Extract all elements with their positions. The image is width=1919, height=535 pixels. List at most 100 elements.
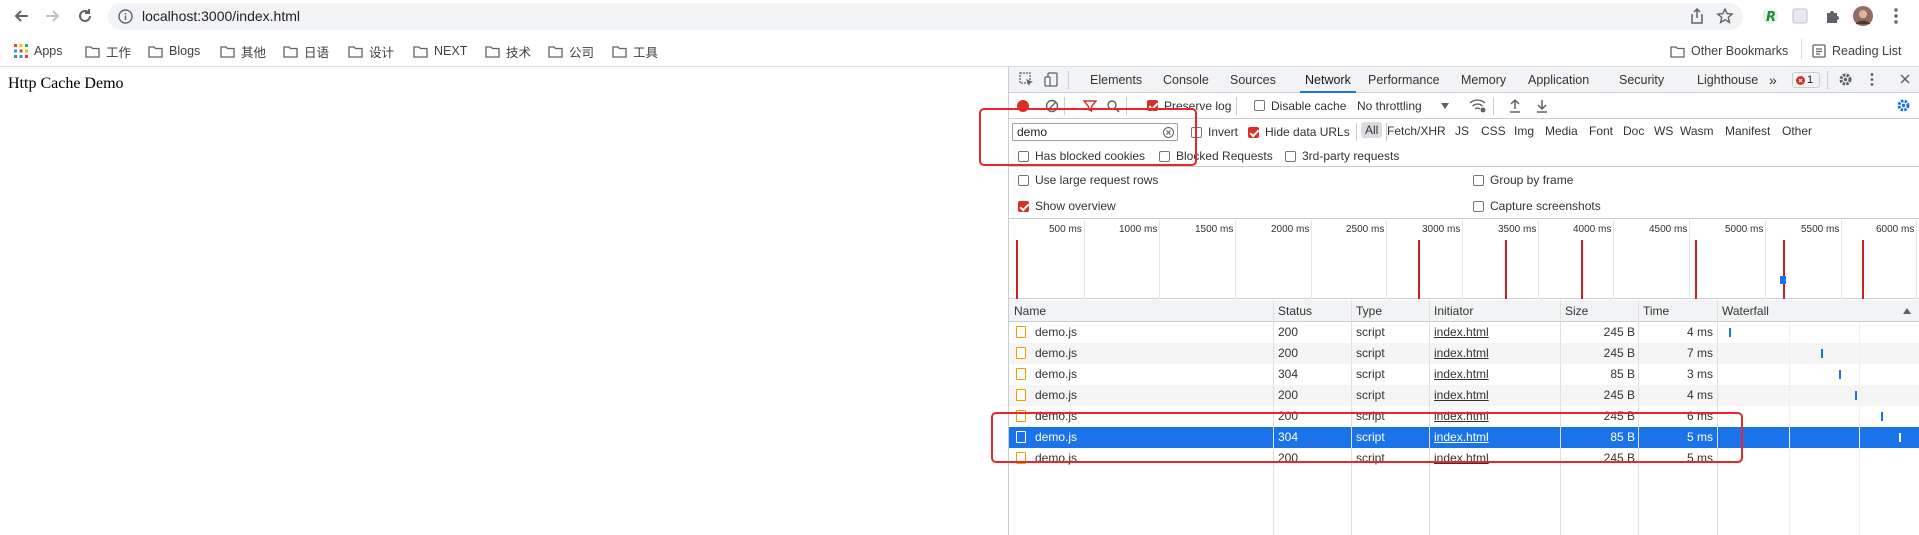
bookmark-folder[interactable]: 日语	[283, 41, 329, 61]
table-row[interactable]: demo.js 304 script index.html 85 B 3 ms	[1009, 364, 1919, 385]
filter-type-js[interactable]: JS	[1455, 124, 1469, 138]
throttling-select[interactable]: No throttling	[1357, 99, 1422, 113]
reading-list[interactable]: Reading List	[1812, 41, 1902, 61]
column-initiator[interactable]: Initiator	[1434, 304, 1473, 318]
has-blocked-cookies-checkbox[interactable]	[1018, 151, 1029, 162]
column-type[interactable]: Type	[1356, 304, 1382, 318]
more-tabs-icon[interactable]: »	[1769, 67, 1777, 93]
tab-network[interactable]: Network	[1300, 67, 1356, 93]
row-initiator[interactable]: index.html	[1434, 367, 1489, 381]
error-counter[interactable]: 1	[1792, 72, 1820, 88]
column-status[interactable]: Status	[1278, 304, 1312, 318]
blocked-requests-checkbox[interactable]	[1159, 151, 1170, 162]
bookmark-label: 技术	[506, 45, 532, 60]
filter-type-img[interactable]: Img	[1514, 124, 1534, 138]
hide-data-urls-checkbox[interactable]	[1248, 127, 1259, 138]
filter-type-other[interactable]: Other	[1782, 124, 1812, 138]
invert-checkbox[interactable]	[1191, 127, 1202, 138]
large-rows-checkbox[interactable]	[1018, 175, 1029, 186]
network-conditions-icon[interactable]	[1469, 98, 1486, 113]
filter-type-wasm[interactable]: Wasm	[1680, 124, 1714, 138]
settings-gear-icon[interactable]	[1838, 72, 1853, 87]
record-icon[interactable]	[1017, 100, 1029, 112]
table-row[interactable]: demo.js 200 script index.html 245 B 5 ms	[1009, 448, 1919, 469]
row-initiator[interactable]: index.html	[1434, 346, 1489, 360]
bookmark-folder[interactable]: 工具	[612, 41, 658, 61]
clear-icon[interactable]	[1045, 99, 1059, 113]
info-icon[interactable]	[118, 9, 133, 24]
forward-icon[interactable]	[41, 4, 65, 28]
star-icon[interactable]	[1716, 7, 1734, 25]
row-initiator[interactable]: index.html	[1434, 430, 1489, 444]
bookmark-folder[interactable]: 公司	[548, 41, 594, 61]
inspect-element-icon[interactable]	[1019, 72, 1034, 87]
search-icon[interactable]	[1106, 99, 1120, 113]
bookmark-folder[interactable]: Blogs	[148, 41, 200, 61]
bookmark-folder[interactable]: 其他	[220, 41, 266, 61]
tab-application[interactable]: Application	[1528, 67, 1589, 93]
clear-filter-icon[interactable]	[1163, 127, 1174, 138]
row-initiator[interactable]: index.html	[1434, 325, 1489, 339]
row-initiator[interactable]: index.html	[1434, 388, 1489, 402]
filter-type-ws[interactable]: WS	[1654, 124, 1673, 138]
column-name[interactable]: Name	[1014, 304, 1046, 318]
tab-performance[interactable]: Performance	[1368, 67, 1440, 93]
column-waterfall[interactable]: Waterfall	[1722, 304, 1769, 318]
disable-cache-checkbox[interactable]	[1254, 100, 1265, 111]
table-row[interactable]: demo.js 200 script index.html 245 B 4 ms	[1009, 322, 1919, 343]
reload-icon[interactable]	[73, 4, 97, 28]
filter-input[interactable]	[1012, 123, 1178, 141]
tab-lighthouse[interactable]: Lighthouse	[1697, 67, 1758, 93]
table-row[interactable]: demo.js 200 script index.html 245 B 4 ms	[1009, 385, 1919, 406]
device-toolbar-icon[interactable]	[1044, 72, 1058, 87]
table-row[interactable]: demo.js 200 script index.html 245 B 6 ms	[1009, 406, 1919, 427]
group-by-frame-checkbox[interactable]	[1473, 175, 1484, 186]
sort-ascending-icon[interactable]	[1903, 308, 1911, 314]
column-size[interactable]: Size	[1565, 304, 1588, 318]
devtools-menu-icon[interactable]	[1870, 72, 1874, 87]
extension-gray-icon[interactable]	[1790, 6, 1810, 26]
extensions-puzzle-icon[interactable]	[1823, 6, 1843, 26]
network-settings-gear-icon[interactable]	[1896, 98, 1911, 113]
bookmark-folder[interactable]: 设计	[348, 41, 394, 61]
table-row-selected[interactable]: demo.js 304 script index.html 85 B 5 ms	[1009, 427, 1919, 448]
other-bookmarks[interactable]: Other Bookmarks	[1670, 41, 1788, 61]
capture-screenshots-checkbox[interactable]	[1473, 201, 1484, 212]
bookmark-folder[interactable]: 工作	[85, 41, 131, 61]
preserve-log-checkbox[interactable]	[1147, 100, 1158, 111]
extension-r-icon[interactable]: R	[1760, 6, 1780, 26]
row-initiator[interactable]: index.html	[1434, 451, 1489, 465]
close-devtools-icon[interactable]	[1899, 73, 1911, 85]
network-overview[interactable]: 500 ms 1000 ms 1500 ms 2000 ms 2500 ms 3…	[1009, 220, 1919, 299]
third-party-checkbox[interactable]	[1285, 151, 1296, 162]
export-har-icon[interactable]	[1536, 98, 1548, 113]
bookmark-folder[interactable]: NEXT	[413, 41, 467, 61]
filter-type-media[interactable]: Media	[1545, 124, 1578, 138]
import-har-icon[interactable]	[1509, 98, 1521, 113]
tab-memory[interactable]: Memory	[1461, 67, 1506, 93]
share-icon[interactable]	[1688, 7, 1706, 25]
column-time[interactable]: Time	[1643, 304, 1669, 318]
filter-type-all[interactable]: All	[1361, 122, 1383, 138]
filter-type-css[interactable]: CSS	[1481, 124, 1506, 138]
filter-type-font[interactable]: Font	[1589, 124, 1613, 138]
row-initiator[interactable]: index.html	[1434, 409, 1489, 423]
show-overview-checkbox[interactable]	[1018, 201, 1029, 212]
tab-elements[interactable]: Elements	[1090, 67, 1142, 93]
url-text[interactable]: localhost:3000/index.html	[142, 8, 300, 24]
bookmark-apps[interactable]: Apps	[14, 41, 63, 61]
table-row[interactable]: demo.js 200 script index.html 245 B 7 ms	[1009, 343, 1919, 364]
filter-type-fetch-xhr[interactable]: Fetch/XHR	[1387, 124, 1446, 138]
chrome-menu-icon[interactable]	[1886, 6, 1906, 26]
bookmark-folder[interactable]: 技术	[485, 41, 531, 61]
back-icon[interactable]	[9, 4, 33, 28]
filter-icon[interactable]	[1083, 99, 1097, 113]
filter-type-manifest[interactable]: Manifest	[1725, 124, 1770, 138]
devtools-tab-bar: Elements Console Sources Network Perform…	[1009, 67, 1919, 93]
address-bar[interactable]: localhost:3000/index.html	[108, 3, 1743, 30]
tab-sources[interactable]: Sources	[1230, 67, 1276, 93]
profile-avatar[interactable]	[1853, 6, 1873, 26]
tab-console[interactable]: Console	[1163, 67, 1209, 93]
filter-type-doc[interactable]: Doc	[1623, 124, 1644, 138]
tab-security[interactable]: Security	[1619, 67, 1664, 93]
